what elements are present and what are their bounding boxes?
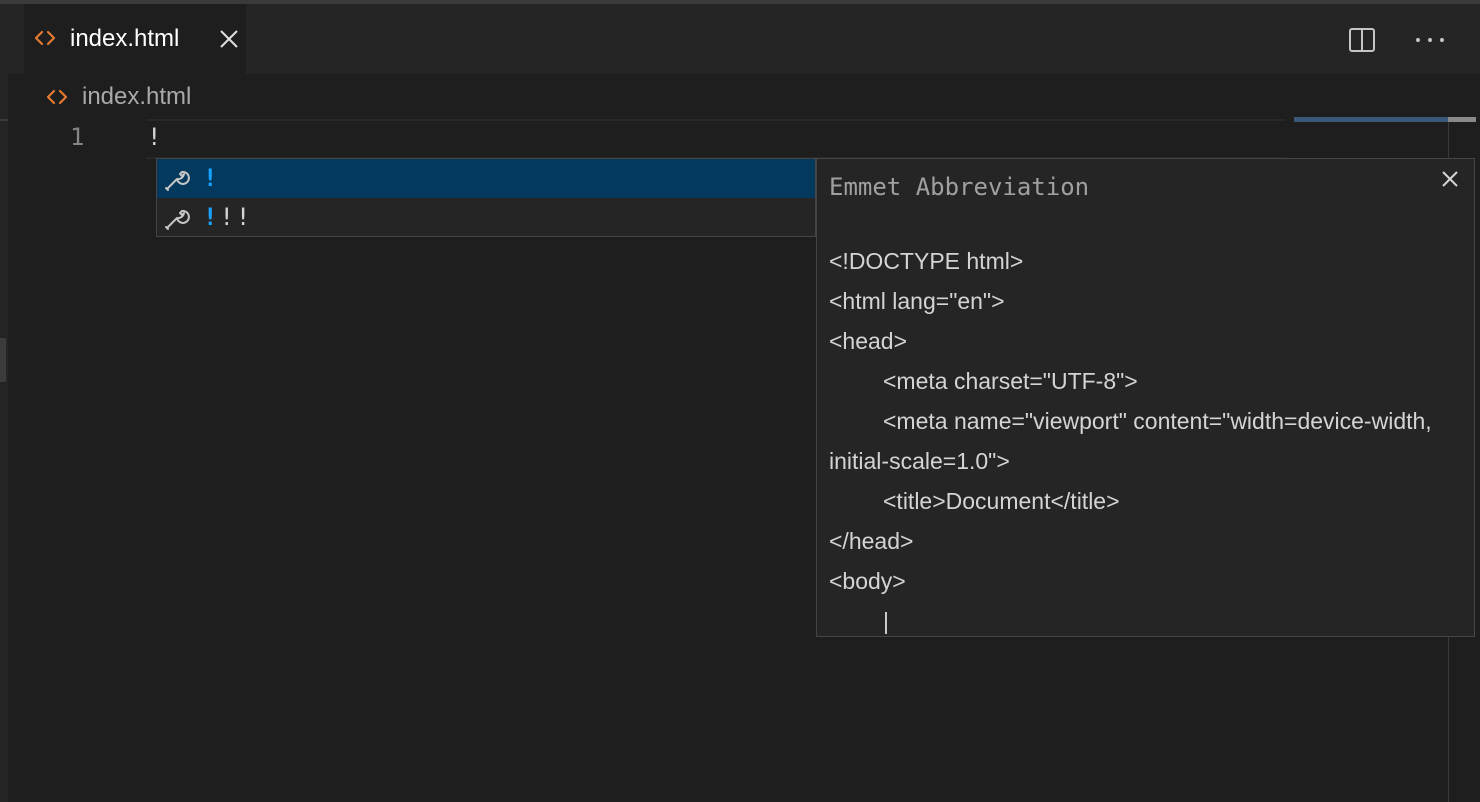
wrench-icon <box>165 209 190 230</box>
details-line: <title>Document</title> <box>883 488 1120 514</box>
suggest-item[interactable]: !!! <box>157 198 815 237</box>
left-panel-edge <box>0 4 8 802</box>
editor-line-text[interactable]: ! <box>147 121 161 153</box>
details-line: <meta name="viewport" content="width=dev… <box>829 408 1432 474</box>
left-panel-sash[interactable] <box>0 338 6 382</box>
suggest-item-match: ! <box>203 203 220 231</box>
suggest-item-label: !!! <box>203 202 252 232</box>
breadcrumb-label: index.html <box>82 83 192 110</box>
suggest-item-rest: !! <box>219 203 253 231</box>
wrench-icon <box>165 170 190 191</box>
details-line: <!DOCTYPE html> <box>829 248 1024 274</box>
tab-index-html[interactable]: index.html <box>24 4 246 74</box>
suggest-details-panel: Emmet Abbreviation <!DOCTYPE html> <html… <box>816 158 1475 637</box>
gutter-divider <box>0 119 8 121</box>
line-number: 1 <box>70 123 85 151</box>
suggest-item-match: ! <box>203 164 220 192</box>
minimap-slider[interactable] <box>1294 117 1448 122</box>
suggest-item-label: ! <box>203 163 219 193</box>
details-line: </head> <box>829 528 914 554</box>
html-file-icon <box>34 30 56 46</box>
suggest-widget: ! !!! <box>156 158 816 237</box>
details-line: <head> <box>829 328 908 354</box>
details-line: <meta charset="UTF-8"> <box>883 368 1138 394</box>
close-icon[interactable] <box>218 28 240 50</box>
scrollbar-thumb[interactable] <box>1448 117 1476 122</box>
details-line: | <box>883 608 889 634</box>
tab-label: index.html <box>70 25 180 52</box>
details-title: Emmet Abbreviation <box>829 173 1090 201</box>
close-icon[interactable] <box>1439 168 1461 190</box>
suggest-item[interactable]: ! <box>157 159 815 198</box>
split-editor-icon[interactable] <box>1348 26 1376 54</box>
breadcrumb[interactable]: index.html <box>46 80 191 114</box>
more-actions-icon[interactable] <box>1410 26 1450 54</box>
details-line: <body> <box>829 568 906 594</box>
tab-bar: index.html <box>8 4 1480 74</box>
current-line-highlight <box>146 119 1286 159</box>
html-file-icon <box>46 89 68 105</box>
details-code-preview: <!DOCTYPE html> <html lang="en"> <head> … <box>829 241 1465 636</box>
details-line: <html lang="en"> <box>829 288 1005 314</box>
